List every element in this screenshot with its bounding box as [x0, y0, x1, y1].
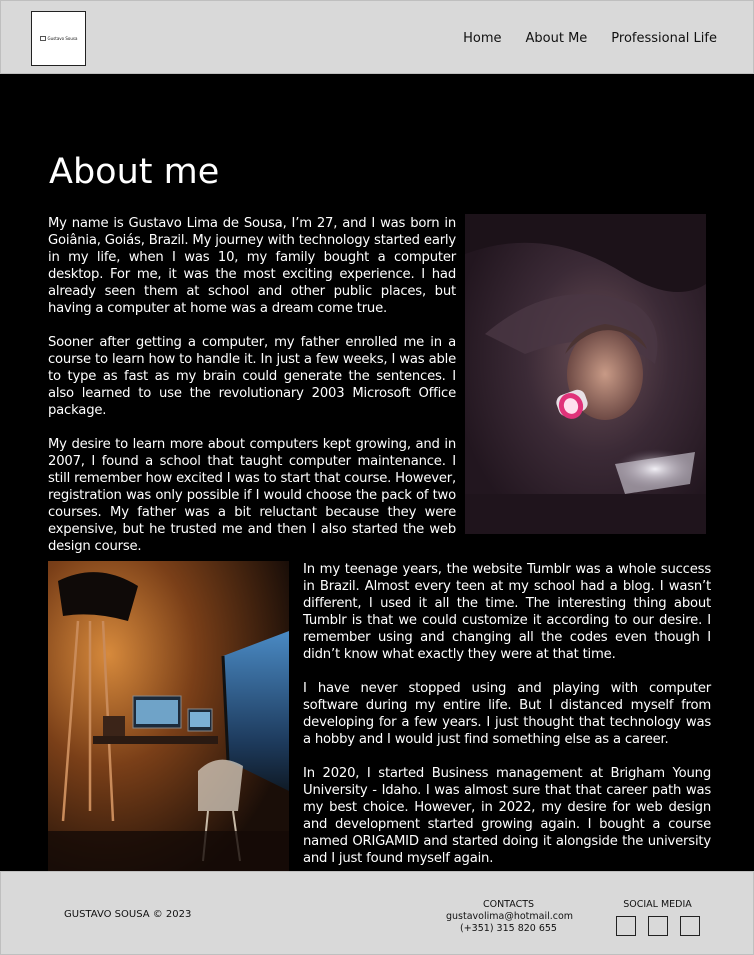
- paragraph: My desire to learn more about computers …: [48, 437, 456, 554]
- social-media-icon[interactable]: [615, 916, 636, 936]
- nav-home-link[interactable]: Home: [463, 31, 501, 46]
- site-logo[interactable]: Gustavo Sousa: [31, 11, 86, 66]
- contacts-title: CONTACTS: [482, 899, 535, 910]
- paragraph: Sooner after getting a computer, my fath…: [48, 335, 456, 418]
- desk-setup-image: [48, 561, 289, 871]
- social-media-icon[interactable]: [647, 916, 668, 936]
- email-link[interactable]: gustavolima@hotmail.com: [446, 911, 573, 923]
- contacts-block: CONTACTS gustavolima@hotmail.com (+351) …: [446, 899, 573, 935]
- social-block: SOCIAL MEDIA: [609, 899, 706, 936]
- logo-text: Gustavo Sousa: [47, 36, 78, 41]
- about-text-block-1: My name is Gustavo Lima de Sousa, I’m 27…: [48, 215, 456, 555]
- nav-professional-link[interactable]: Professional Life: [611, 31, 717, 46]
- phone-text: (+351) 315 820 655: [460, 923, 557, 934]
- nav-about-link[interactable]: About Me: [526, 31, 588, 46]
- copyright-text: GUSTAVO SOUSA © 2023: [64, 909, 192, 920]
- social-icons: [609, 916, 706, 936]
- paragraph: I have never stopped using and playing w…: [303, 681, 711, 747]
- about-text-block-2: In my teenage years, the website Tumblr …: [303, 561, 711, 867]
- main-nav: Home About Me Professional Life: [463, 31, 717, 46]
- child-with-flashlight-image: [465, 214, 706, 534]
- paragraph: My name is Gustavo Lima de Sousa, I’m 27…: [48, 216, 456, 316]
- site-footer: GUSTAVO SOUSA © 2023 CONTACTS gustavolim…: [0, 871, 754, 955]
- page-title: About me: [49, 152, 220, 192]
- logo-icon: [39, 36, 46, 41]
- paragraph: In my teenage years, the website Tumblr …: [303, 562, 711, 662]
- social-title: SOCIAL MEDIA: [623, 899, 692, 910]
- site-header: Gustavo Sousa Home About Me Professional…: [0, 0, 754, 74]
- social-media-icon[interactable]: [679, 916, 700, 936]
- paragraph: In 2020, I started Business management a…: [303, 766, 711, 866]
